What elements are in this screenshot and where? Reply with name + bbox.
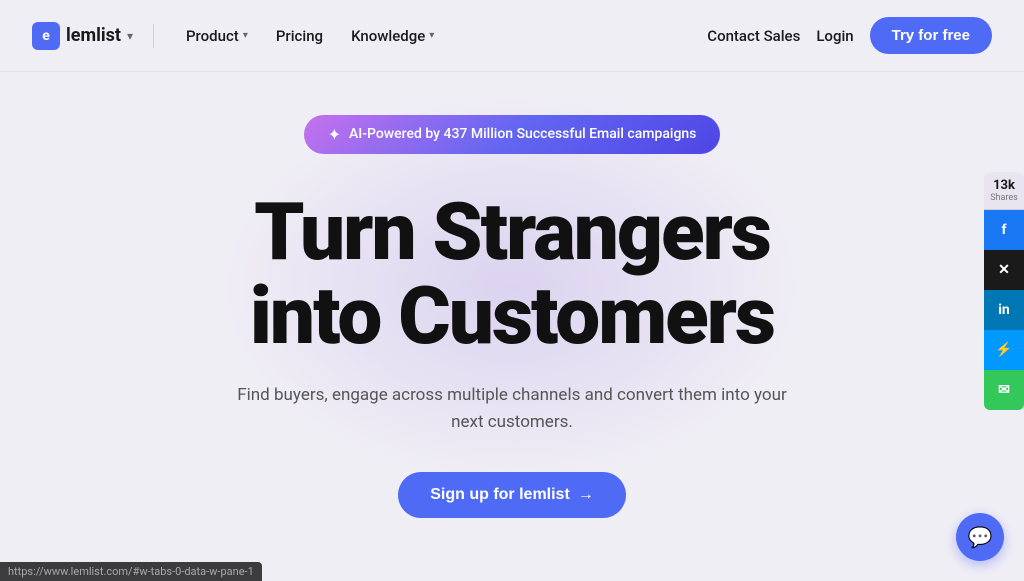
nav-divider: [153, 24, 154, 48]
share-count-value: 13k: [984, 178, 1024, 193]
sparkle-icon: ✦: [328, 125, 341, 144]
nav-left: e lemlist ▾ Product ▾ Pricing Knowledge …: [32, 19, 446, 53]
nav-link-knowledge[interactable]: Knowledge ▾: [339, 19, 446, 53]
navbar: e lemlist ▾ Product ▾ Pricing Knowledge …: [0, 0, 1024, 72]
facebook-share-button[interactable]: f: [984, 210, 1024, 250]
chat-icon: 💬: [968, 525, 993, 549]
social-sidebar: 13k Shares f ✕ in ⚡ ✉: [984, 172, 1024, 410]
nav-link-pricing[interactable]: Pricing: [264, 19, 335, 53]
login-link[interactable]: Login: [816, 27, 853, 45]
signup-button[interactable]: Sign up for lemlist →: [398, 472, 626, 518]
try-free-button[interactable]: Try for free: [870, 17, 992, 54]
chat-button[interactable]: 💬: [956, 513, 1004, 561]
status-bar: https://www.lemlist.com/#w-tabs-0-data-w…: [0, 562, 262, 581]
nav-link-product[interactable]: Product ▾: [174, 19, 260, 53]
knowledge-chevron-icon: ▾: [429, 30, 434, 41]
logo-text: lemlist: [66, 25, 121, 46]
hero-title: Turn Strangers into Customers: [250, 190, 774, 358]
hero-subtitle: Find buyers, engage across multiple chan…: [232, 382, 792, 436]
messenger-share-button[interactable]: ⚡: [984, 330, 1024, 370]
share-count: 13k Shares: [984, 172, 1024, 210]
hero-section: ✦ AI-Powered by 437 Million Successful E…: [0, 72, 1024, 581]
nav-links: Product ▾ Pricing Knowledge ▾: [174, 19, 446, 53]
product-chevron-icon: ▾: [243, 30, 248, 41]
share-count-label: Shares: [984, 193, 1024, 203]
ai-badge: ✦ AI-Powered by 437 Million Successful E…: [304, 115, 721, 154]
badge-text: AI-Powered by 437 Million Successful Ema…: [349, 126, 696, 142]
linkedin-share-button[interactable]: in: [984, 290, 1024, 330]
logo-icon: e: [32, 22, 60, 50]
logo-chevron-icon: ▾: [127, 29, 133, 43]
nav-right: Contact Sales Login Try for free: [707, 17, 992, 54]
contact-sales-link[interactable]: Contact Sales: [707, 27, 800, 45]
logo[interactable]: e lemlist ▾: [32, 22, 133, 50]
email-share-button[interactable]: ✉: [984, 370, 1024, 410]
twitter-share-button[interactable]: ✕: [984, 250, 1024, 290]
arrow-icon: →: [578, 486, 594, 504]
